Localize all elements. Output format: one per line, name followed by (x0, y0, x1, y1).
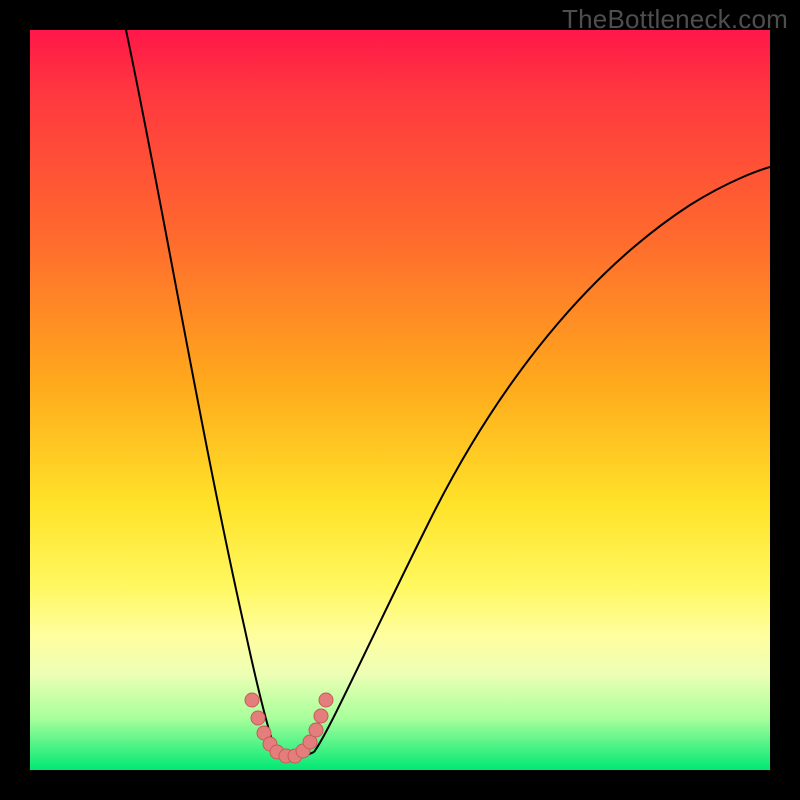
marker-dot (314, 709, 328, 723)
watermark-text: TheBottleneck.com (562, 4, 788, 35)
marker-dot (309, 723, 323, 737)
plot-area (30, 30, 770, 770)
marker-dot (245, 693, 259, 707)
curve-right-branch (314, 167, 770, 752)
marker-dot (251, 711, 265, 725)
chart-frame: TheBottleneck.com (0, 0, 800, 800)
curve-left-branch (126, 30, 276, 752)
ideal-zone-markers (245, 693, 333, 763)
curve-layer (30, 30, 770, 770)
marker-dot (319, 693, 333, 707)
